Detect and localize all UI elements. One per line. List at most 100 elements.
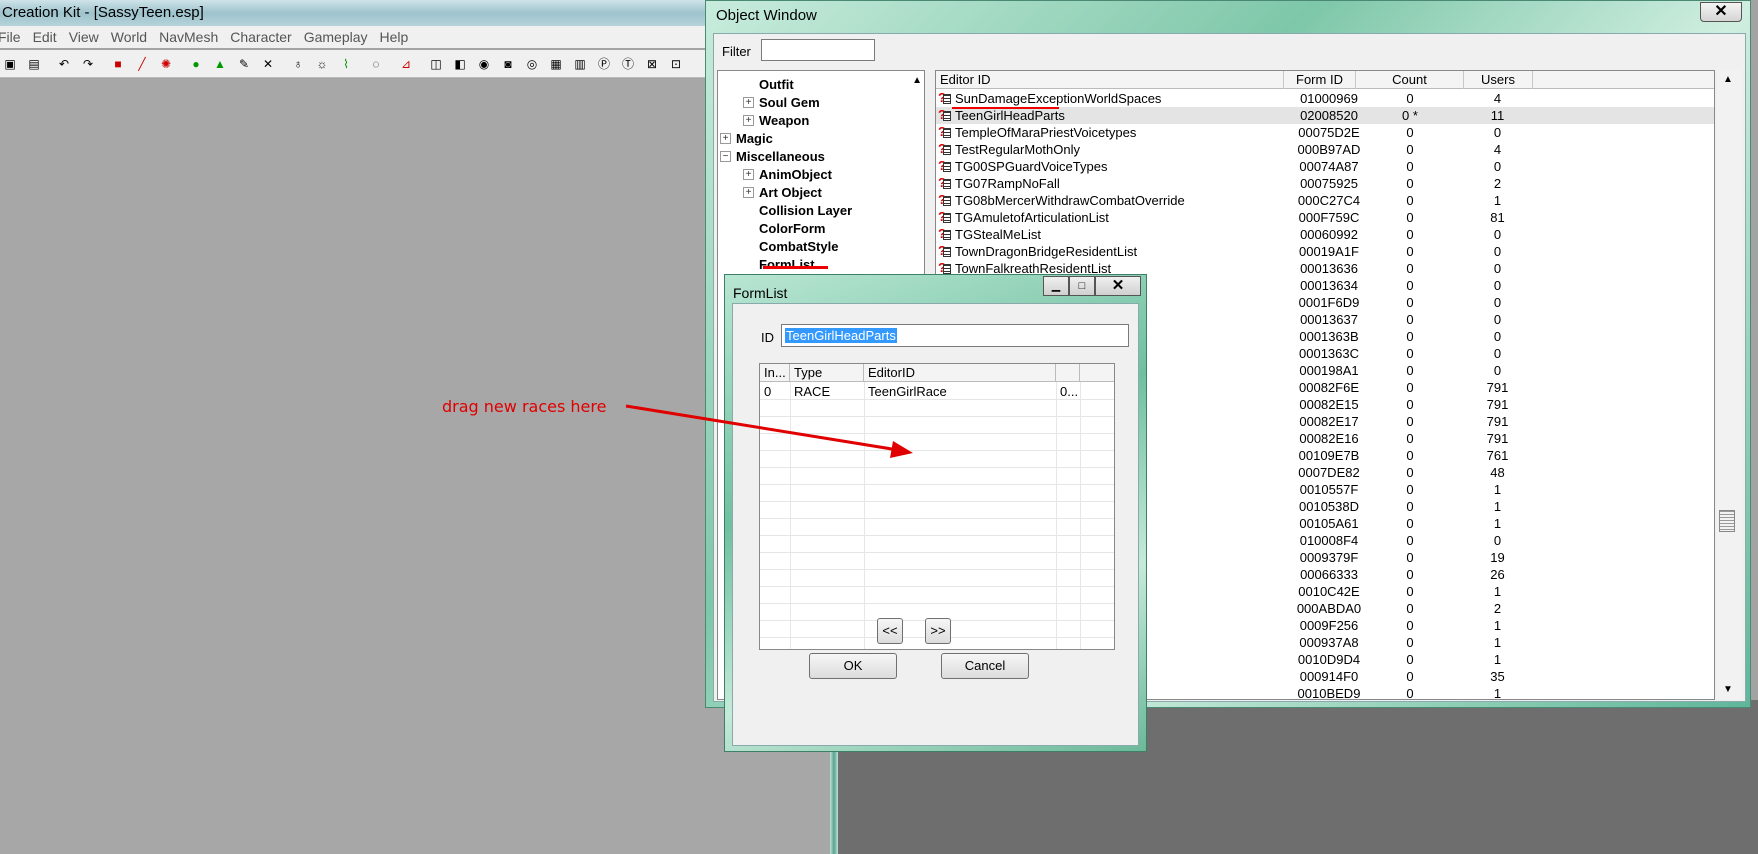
- paint-icon[interactable]: ✎: [234, 54, 254, 74]
- column-type[interactable]: Type: [790, 364, 864, 382]
- table-row[interactable]: ? TGAmuletofArticulationList 000F759C 0 81: [936, 209, 1714, 226]
- sphere-icon[interactable]: ◎: [522, 54, 542, 74]
- column-index[interactable]: In...: [760, 364, 790, 382]
- tree-item[interactable]: Outfit: [743, 75, 794, 93]
- tree-item[interactable]: ColorForm: [743, 219, 825, 237]
- table-row[interactable]: [760, 519, 1114, 536]
- tree-item[interactable]: − Miscellaneous: [720, 147, 825, 165]
- tree-item[interactable]: + Soul Gem: [743, 93, 820, 111]
- save-icon[interactable]: ▣: [0, 54, 20, 74]
- menu-gameplay[interactable]: Gameplay: [304, 29, 368, 45]
- table-row[interactable]: [760, 468, 1114, 485]
- expand-icon[interactable]: +: [720, 132, 731, 144]
- menu-view[interactable]: View: [69, 29, 99, 45]
- tree-item[interactable]: Collision Layer: [743, 201, 852, 219]
- save-all-icon[interactable]: ▤: [24, 54, 44, 74]
- column-editor-id[interactable]: EditorID: [864, 364, 1056, 382]
- expand-icon[interactable]: +: [743, 96, 754, 108]
- wire-icon[interactable]: ⊠: [642, 54, 662, 74]
- table-row[interactable]: [760, 451, 1114, 468]
- table-row[interactable]: ? TestRegularMothOnly 000B97AD 0 4: [936, 141, 1714, 158]
- cube-icon[interactable]: ◫: [426, 54, 446, 74]
- undo-icon[interactable]: ↶: [54, 54, 74, 74]
- scrollbar-thumb[interactable]: [1719, 510, 1735, 532]
- table-row[interactable]: [760, 400, 1114, 417]
- filter-input[interactable]: [761, 39, 875, 61]
- menu-edit[interactable]: Edit: [33, 29, 57, 45]
- scroll-up-icon[interactable]: ▲: [1723, 74, 1733, 85]
- table-row[interactable]: [760, 434, 1114, 451]
- collapse-icon[interactable]: −: [720, 150, 731, 162]
- table-row[interactable]: [760, 417, 1114, 434]
- column-editor-id[interactable]: Editor ID: [936, 71, 1284, 89]
- menu-world[interactable]: World: [111, 29, 147, 45]
- box-icon[interactable]: ◙: [498, 54, 518, 74]
- cube-m-icon[interactable]: ◧: [450, 54, 470, 74]
- next-button[interactable]: >>: [925, 618, 951, 644]
- close-icon[interactable]: ✕: [1700, 2, 1742, 22]
- redo-icon[interactable]: ↷: [78, 54, 98, 74]
- column-users[interactable]: Users: [1464, 71, 1533, 89]
- table-row[interactable]: ? SunDamageExceptionWorldSpaces 01000969 0 4: [936, 90, 1714, 107]
- room-icon[interactable]: ▦: [546, 54, 566, 74]
- expand-icon[interactable]: +: [743, 114, 754, 126]
- render-icon[interactable]: ✺: [156, 54, 176, 74]
- scroll-down-icon[interactable]: ▼: [1723, 684, 1733, 695]
- table-row[interactable]: [760, 570, 1114, 587]
- tree-item[interactable]: + Weapon: [743, 111, 809, 129]
- table-row[interactable]: [760, 502, 1114, 519]
- table-row[interactable]: [760, 536, 1114, 553]
- expand-icon[interactable]: +: [743, 168, 754, 180]
- users-cell: 2: [1493, 601, 1502, 616]
- expand-icon[interactable]: +: [743, 186, 754, 198]
- column-form-id[interactable]: Form ID: [1284, 71, 1356, 89]
- table-row[interactable]: ? TG00SPGuardVoiceTypes 00074A87 0 0: [936, 158, 1714, 175]
- table-row[interactable]: ? TownDragonBridgeResidentList 00019A1F 0 0: [936, 243, 1714, 260]
- misc-icon[interactable]: ⊡: [666, 54, 686, 74]
- table-row[interactable]: ? TG07RampNoFall 00075925 0 2: [936, 175, 1714, 192]
- scroll-up-icon[interactable]: ▲: [912, 75, 922, 86]
- id-input[interactable]: TeenGirlHeadParts: [781, 324, 1129, 347]
- tree-item[interactable]: + Magic: [720, 129, 773, 147]
- line-icon[interactable]: ╱: [132, 54, 152, 74]
- menu-file[interactable]: File: [0, 29, 21, 45]
- column-extra[interactable]: [1056, 364, 1080, 382]
- table-row[interactable]: [760, 485, 1114, 502]
- table-row[interactable]: [760, 587, 1114, 604]
- portal-icon[interactable]: ▥: [570, 54, 590, 74]
- tools-icon[interactable]: ✕: [258, 54, 278, 74]
- ok-button[interactable]: OK: [809, 653, 897, 679]
- p-icon[interactable]: Ⓟ: [594, 54, 614, 74]
- column-count[interactable]: Count: [1356, 71, 1464, 89]
- tree-item[interactable]: FormList: [743, 255, 815, 273]
- circle-icon[interactable]: ◉: [474, 54, 494, 74]
- table-row[interactable]: ? TeenGirlHeadParts 02008520 0 * 11: [936, 107, 1714, 124]
- lasso-icon[interactable]: ◌: [366, 54, 386, 74]
- vertical-scrollbar[interactable]: ▲ ▼: [1717, 70, 1741, 700]
- tree-item[interactable]: + Art Object: [743, 183, 822, 201]
- landscape-icon[interactable]: ▲: [210, 54, 230, 74]
- globe-icon[interactable]: ●: [186, 54, 206, 74]
- minimize-icon[interactable]: ▁: [1043, 276, 1069, 296]
- menu-character[interactable]: Character: [230, 29, 291, 45]
- sky-icon[interactable]: ☼: [312, 54, 332, 74]
- t-icon[interactable]: Ⓣ: [618, 54, 638, 74]
- table-row[interactable]: ? TempleOfMaraPriestVoicetypes 00075D2E 0 0: [936, 124, 1714, 141]
- close-icon[interactable]: ✕: [1095, 276, 1141, 296]
- tree-item[interactable]: CombatStyle: [743, 237, 838, 255]
- light-icon[interactable]: ♁: [288, 54, 308, 74]
- grass-icon[interactable]: ⌇: [336, 54, 356, 74]
- table-row[interactable]: [760, 553, 1114, 570]
- formlist-table[interactable]: In... Type EditorID 0 RACE TeenGirlRace 0..…: [759, 363, 1115, 650]
- maximize-icon[interactable]: □: [1069, 276, 1095, 296]
- menu-navmesh[interactable]: NavMesh: [159, 29, 218, 45]
- prev-button[interactable]: <<: [877, 618, 903, 644]
- menu-help[interactable]: Help: [380, 29, 409, 45]
- cancel-button[interactable]: Cancel: [941, 653, 1029, 679]
- table-row[interactable]: 0 RACE TeenGirlRace 0...: [760, 383, 1114, 400]
- axis-icon[interactable]: ⊿: [396, 54, 416, 74]
- table-row[interactable]: ? TG08bMercerWithdrawCombatOverride 000C27…: [936, 192, 1714, 209]
- marker-icon[interactable]: ■: [108, 54, 128, 74]
- tree-item[interactable]: + AnimObject: [743, 165, 832, 183]
- table-row[interactable]: ? TGStealMeList 00060992 0 0: [936, 226, 1714, 243]
